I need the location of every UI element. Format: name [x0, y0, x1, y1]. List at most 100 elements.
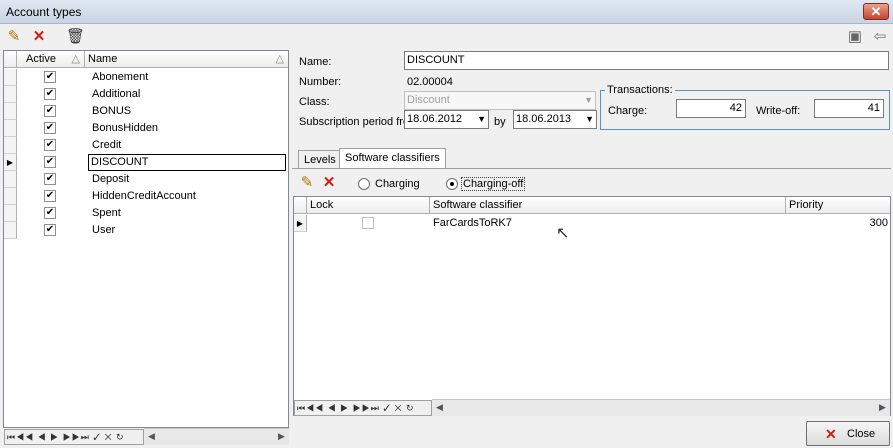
table-row[interactable]: ✔ Additional — [4, 86, 288, 103]
chevron-down-icon: ▼ — [585, 114, 594, 124]
scroll-right-icon[interactable]: ▶ — [875, 400, 890, 415]
row-indicator: ▶ — [4, 154, 17, 171]
table-row[interactable]: ✔ Credit — [4, 137, 288, 154]
row-indicator — [4, 120, 17, 137]
number-value: 02.00004 — [407, 76, 453, 88]
active-checkbox[interactable]: ✔ — [44, 88, 56, 100]
radio-charging[interactable] — [358, 178, 370, 190]
name-cell: Credit — [92, 139, 122, 151]
table-row[interactable]: ✔ HiddenCreditAccount — [4, 188, 288, 205]
header-indicator — [4, 51, 17, 68]
table-row[interactable]: ✔ User — [4, 222, 288, 239]
name-cell: Abonement — [92, 71, 149, 83]
add-classifier-icon[interactable]: ✎ — [298, 174, 316, 192]
row-indicator — [4, 188, 17, 205]
column-name[interactable]: Name △ — [85, 51, 288, 68]
writeoff-field[interactable]: 41 — [814, 99, 884, 118]
name-label: Name: — [299, 56, 332, 68]
name-cell: Spent — [92, 207, 121, 219]
left-nav-bar[interactable]: ⏮◀◀ ◀ ▶ ▶▶⏭ ✓ ✕ ↻ — [4, 429, 144, 445]
table-row[interactable]: ✔ BONUS — [4, 103, 288, 120]
trash-icon[interactable]: 🗑 — [66, 28, 85, 46]
row-indicator — [4, 137, 17, 154]
chevron-down-icon: ▼ — [584, 95, 593, 105]
software-classifiers-grid: Lock Software classifier Priority ▶ FarC… — [293, 196, 891, 416]
table-row[interactable]: ✔ BonusHidden — [4, 120, 288, 137]
table-row[interactable]: ▶ FarCardsToRK7 300 — [294, 215, 890, 232]
lock-checkbox[interactable] — [362, 217, 374, 229]
classifier-cell: FarCardsToRK7 — [433, 217, 512, 229]
table-row[interactable]: ✔ Deposit — [4, 171, 288, 188]
column-active-label: Active — [26, 53, 56, 65]
period-to-value: 18.06.2013 — [516, 113, 572, 125]
column-lock[interactable]: Lock — [307, 197, 430, 214]
active-checkbox[interactable]: ✔ — [44, 190, 56, 202]
period-from-field[interactable]: 18.06.2012 ▼ — [404, 110, 489, 129]
active-checkbox[interactable]: ✔ — [44, 224, 56, 236]
row-indicator — [4, 86, 17, 103]
table-row[interactable]: ✔ Spent — [4, 205, 288, 222]
window-title: Account types — [6, 5, 82, 19]
row-indicator — [4, 69, 17, 86]
period-label: Subscription period fro — [299, 116, 410, 128]
active-checkbox[interactable]: ✔ — [44, 71, 56, 83]
row-indicator — [4, 103, 17, 120]
grid-body: ✔ Abonement ✔ Additional ✔ BONUS ✔ BonusHidden ✔… — [4, 69, 288, 409]
row-indicator — [4, 205, 17, 222]
table-row[interactable]: ✔ Abonement — [4, 69, 288, 86]
class-label: Class: — [299, 96, 330, 108]
software-grid-header: Lock Software classifier Priority — [294, 197, 890, 214]
remove-classifier-icon[interactable]: ✕ — [320, 174, 338, 192]
title-bar: Account types ✕ — [0, 0, 893, 24]
column-active[interactable]: Active △ — [17, 51, 85, 68]
by-label: by — [494, 116, 506, 128]
name-cell: DISCOUNT — [88, 154, 286, 171]
row-indicator: ▶ — [294, 215, 307, 232]
row-indicator — [4, 222, 17, 239]
back-arrow-icon[interactable]: ⇦ — [871, 28, 889, 46]
charge-field[interactable]: 42 — [676, 99, 746, 118]
header-indicator — [294, 197, 307, 214]
new-document-icon[interactable]: ✎ — [5, 28, 23, 46]
radio-charging-off[interactable] — [446, 178, 458, 190]
grid-header: Active △ Name △ — [4, 51, 288, 68]
column-software-classifier[interactable]: Software classifier — [430, 197, 786, 214]
window-close-button[interactable]: ✕ — [863, 3, 889, 20]
radio-charging-label: Charging — [375, 178, 420, 190]
active-checkbox[interactable]: ✔ — [44, 207, 56, 219]
left-horizontal-scrollbar[interactable]: ◀ ▶ — [144, 428, 289, 445]
radio-charging-off-label: Charging-off — [461, 177, 526, 191]
active-checkbox[interactable]: ✔ — [44, 173, 56, 185]
scroll-left-icon[interactable]: ◀ — [432, 400, 447, 415]
active-checkbox[interactable]: ✔ — [44, 156, 56, 168]
charge-label: Charge: — [608, 105, 648, 117]
chevron-down-icon: ▼ — [477, 114, 486, 124]
name-field[interactable]: DISCOUNT — [404, 51, 889, 70]
sort-icon: △ — [71, 53, 80, 65]
name-cell: BONUS — [92, 105, 132, 117]
transactions-legend: Transactions: — [605, 84, 675, 96]
class-value: Discount — [407, 94, 450, 106]
tab-levels[interactable]: Levels — [298, 150, 342, 168]
floppy-disk-icon[interactable]: ▣ — [846, 28, 864, 46]
period-from-value: 18.06.2012 — [407, 113, 463, 125]
close-button[interactable]: ✕ Close — [806, 421, 890, 446]
software-nav-bar[interactable]: ⏮◀◀ ◀ ▶ ▶▶⏭ ✓ ✕ ↻ — [294, 400, 432, 416]
delete-icon[interactable]: ✕ — [30, 28, 48, 46]
scroll-left-icon[interactable]: ◀ — [144, 429, 159, 444]
software-horizontal-scrollbar[interactable]: ◀ ▶ — [432, 399, 890, 416]
name-cell: HiddenCreditAccount — [92, 190, 196, 202]
sort-icon: △ — [275, 53, 284, 65]
active-checkbox[interactable]: ✔ — [44, 122, 56, 134]
active-checkbox[interactable]: ✔ — [44, 139, 56, 151]
table-row[interactable]: ▶ ✔ DISCOUNT — [4, 154, 288, 171]
tab-software-classifiers[interactable]: Software classifiers — [339, 148, 446, 168]
column-priority[interactable]: Priority — [786, 197, 890, 214]
class-dropdown[interactable]: Discount ▼ — [404, 91, 596, 110]
name-cell: BonusHidden — [92, 122, 159, 134]
scroll-right-icon[interactable]: ▶ — [274, 429, 289, 444]
period-to-field[interactable]: 18.06.2013 ▼ — [513, 110, 597, 129]
active-checkbox[interactable]: ✔ — [44, 105, 56, 117]
close-icon: ✕ — [825, 426, 837, 442]
priority-cell: 300 — [869, 217, 888, 229]
